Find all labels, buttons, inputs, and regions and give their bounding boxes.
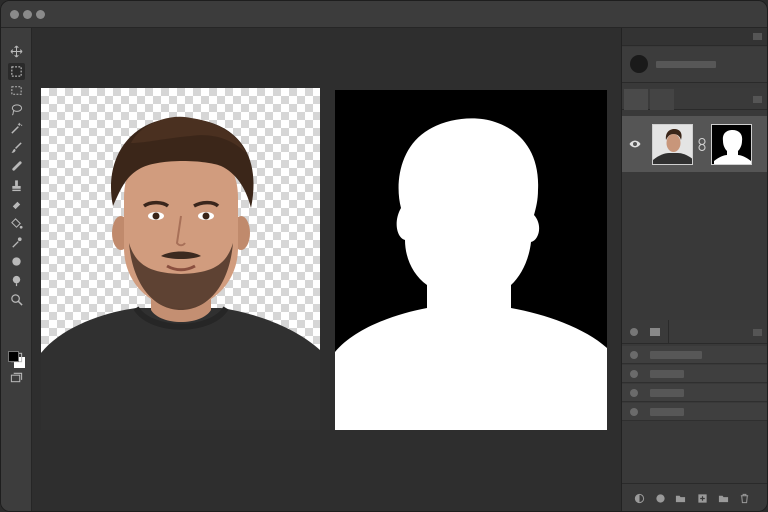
- panel-menu-button[interactable]: [753, 33, 762, 40]
- history-menu-button[interactable]: [753, 329, 762, 336]
- list-item[interactable]: [622, 384, 767, 402]
- folder-icon: [718, 495, 729, 503]
- lasso-icon: [11, 104, 23, 116]
- mask-document[interactable]: [335, 90, 607, 430]
- new-group-button[interactable]: [675, 493, 686, 504]
- properties-placeholder: [656, 61, 716, 68]
- layer-thumbnail[interactable]: [652, 124, 693, 165]
- blur-icon: [12, 257, 21, 266]
- move-icon: [10, 45, 23, 58]
- minimize-window-button[interactable]: [23, 10, 32, 19]
- portrait-document[interactable]: [41, 88, 320, 430]
- zoom-icon: [11, 294, 23, 306]
- paint-bucket-tool[interactable]: [8, 215, 25, 232]
- layer-thumbnail-image: [653, 125, 692, 164]
- circle-icon: [656, 494, 665, 503]
- delete-layer-button[interactable]: [739, 493, 750, 504]
- mask-thumbnail-image: [712, 125, 751, 164]
- dodge-icon: [12, 275, 21, 287]
- tools-panel: [1, 28, 32, 511]
- layer-row[interactable]: [622, 116, 767, 172]
- lasso-tool[interactable]: [8, 101, 25, 118]
- close-window-button[interactable]: [10, 10, 19, 19]
- folder-icon: [675, 495, 686, 503]
- move-tool[interactable]: [8, 43, 25, 60]
- clone-stamp-icon: [12, 180, 21, 192]
- marquee-icon: [11, 66, 22, 77]
- marquee-alt-icon: [11, 86, 22, 95]
- title-bar: [1, 1, 767, 28]
- foreground-color-swatch[interactable]: [8, 351, 19, 362]
- color-circle-icon[interactable]: [630, 55, 648, 73]
- list-item-icon: [630, 370, 638, 378]
- zoom-tool[interactable]: [8, 291, 25, 308]
- layers-empty-area: [622, 172, 767, 319]
- healing-brush-tool[interactable]: [8, 158, 25, 175]
- silhouette-mask-image: [335, 118, 607, 430]
- paint-bucket-icon: [11, 218, 23, 229]
- tab-actions[interactable]: [650, 328, 660, 336]
- footer-divider: [622, 483, 767, 484]
- list-item-label: [650, 408, 684, 416]
- link-layers-button[interactable]: [634, 493, 645, 504]
- brush-icon: [11, 142, 22, 153]
- properties-panel: [622, 47, 767, 83]
- list-item-label: [650, 389, 684, 397]
- magic-wand-icon: [11, 122, 23, 134]
- screen-mode-icon: [10, 372, 23, 383]
- list-item-label: [650, 351, 702, 359]
- list-item[interactable]: [622, 403, 767, 421]
- zoom-window-button[interactable]: [36, 10, 45, 19]
- add-layer-icon: [698, 494, 707, 503]
- screen-mode-button[interactable]: [8, 369, 25, 386]
- tab-channels[interactable]: [650, 89, 674, 110]
- eraser-tool[interactable]: [8, 196, 25, 213]
- portrait-image: [41, 116, 320, 430]
- list-item[interactable]: [622, 365, 767, 383]
- eye-icon[interactable]: [629, 139, 641, 149]
- new-folder-button[interactable]: [718, 493, 729, 504]
- panel-header-top: [622, 28, 767, 46]
- app-window: [0, 0, 768, 512]
- tab-history[interactable]: [630, 328, 638, 336]
- list-item-icon: [630, 389, 638, 397]
- panels-dock: [621, 28, 767, 511]
- layer-mask-thumbnail[interactable]: [711, 124, 752, 165]
- eyedropper-icon: [12, 237, 22, 248]
- list-item-icon: [630, 408, 638, 416]
- healing-icon: [12, 161, 22, 171]
- magic-wand-tool[interactable]: [8, 120, 25, 137]
- tab-layers[interactable]: [624, 89, 648, 110]
- brush-tool[interactable]: [8, 139, 25, 156]
- dodge-tool[interactable]: [8, 272, 25, 289]
- trash-icon: [740, 493, 749, 504]
- layers-menu-button[interactable]: [753, 96, 762, 103]
- new-layer-button[interactable]: [697, 493, 708, 504]
- list-item-label: [650, 370, 684, 378]
- adjustment-icon: [634, 493, 645, 504]
- blur-tool[interactable]: [8, 253, 25, 270]
- layers-tab-bar: [622, 88, 767, 110]
- rectangular-marquee-tool[interactable]: [8, 63, 25, 80]
- eraser-icon: [12, 201, 21, 210]
- link-icon[interactable]: [697, 138, 707, 151]
- eyedropper-tool[interactable]: [8, 234, 25, 251]
- list-item[interactable]: [622, 346, 767, 364]
- new-fill-button[interactable]: [655, 493, 666, 504]
- history-tab-bar: [622, 320, 767, 344]
- clone-stamp-tool[interactable]: [8, 177, 25, 194]
- tab-divider: [668, 320, 669, 344]
- list-item-icon: [630, 351, 638, 359]
- elliptical-marquee-tool[interactable]: [8, 82, 25, 99]
